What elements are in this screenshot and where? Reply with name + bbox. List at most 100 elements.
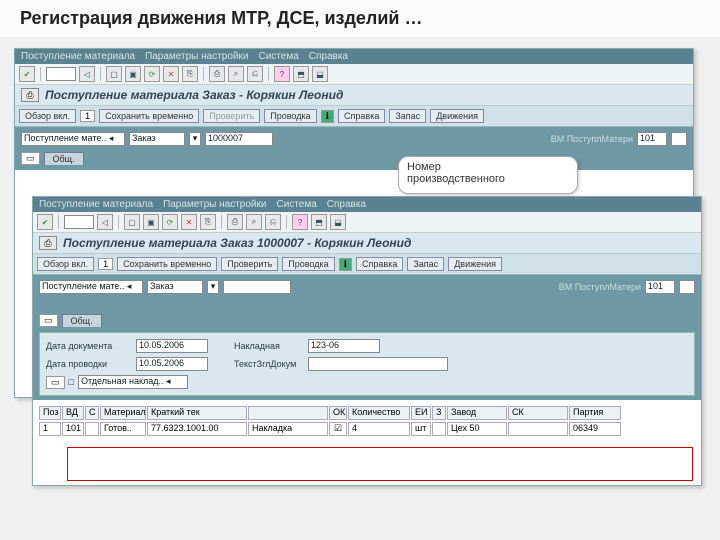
gm-extra[interactable]	[679, 280, 695, 294]
individual-slip-dd[interactable]: Отдельная наклад.. ◂	[78, 375, 188, 389]
app-icon[interactable]: ⎙	[39, 236, 57, 250]
tab-general[interactable]: Общ.	[44, 152, 84, 165]
obzor-button[interactable]: Обзор вкл.	[37, 257, 94, 271]
ok-icon[interactable]: ✔	[19, 66, 35, 82]
menubar: Поступление материала Параметры настройк…	[15, 49, 693, 64]
tb-icon[interactable]: ⎌	[265, 214, 281, 230]
tb-icon[interactable]: ▢	[124, 214, 140, 230]
menu-item[interactable]: Параметры настройки	[163, 199, 266, 210]
help-icon[interactable]: ?	[274, 66, 290, 82]
menu-item[interactable]: Поступление материала	[21, 51, 135, 62]
drop-icon[interactable]: ▾	[207, 280, 219, 294]
find-icon[interactable]: ⌕	[246, 214, 262, 230]
print-icon[interactable]: ⎙	[227, 214, 243, 230]
menu-item[interactable]: Справка	[327, 199, 366, 210]
posting-button[interactable]: Проводка	[264, 109, 316, 123]
blue-area: Поступление мате.. ◂ Заказ ▾ ВМ ПоступлМ…	[33, 275, 701, 400]
cell-material[interactable]: Готов..	[100, 422, 146, 436]
tab-general[interactable]: Общ.	[62, 314, 102, 327]
gm-value[interactable]: 101	[645, 280, 675, 294]
back-icon[interactable]: ◁	[97, 214, 113, 230]
one-chip[interactable]: 1	[80, 110, 95, 122]
collapse-icon[interactable]: ▭	[21, 152, 40, 165]
check-button[interactable]: Проверить	[203, 109, 260, 123]
posting-button[interactable]: Проводка	[282, 257, 334, 271]
menu-item[interactable]: Поступление материала	[39, 199, 153, 210]
page-title: Поступление материала Заказ 1000007 - Ко…	[63, 236, 411, 250]
help-icon[interactable]: ?	[292, 214, 308, 230]
movement-type-dd[interactable]: Поступление мате.. ◂	[21, 132, 125, 146]
cell-desc[interactable]: Накладка	[248, 422, 328, 436]
layout-icon[interactable]: ⬒	[293, 66, 309, 82]
gm-label: ВМ ПоступлМатери	[559, 282, 641, 292]
cell-sk[interactable]	[508, 422, 568, 436]
cmd-field[interactable]	[64, 215, 94, 229]
layout-icon[interactable]: ⬓	[330, 214, 346, 230]
order-number-field[interactable]	[223, 280, 291, 294]
highlight-box	[67, 447, 693, 481]
delivery-note-field[interactable]: 123-06	[308, 339, 380, 353]
layout-icon[interactable]: ⬓	[312, 66, 328, 82]
layout-icon[interactable]: ⬒	[311, 214, 327, 230]
cmd-field[interactable]	[46, 67, 76, 81]
tb-icon[interactable]: ⎘	[200, 214, 216, 230]
app-icon[interactable]: ⎙	[21, 88, 39, 102]
ok-icon[interactable]: ✔	[37, 214, 53, 230]
tb-icon[interactable]: ⎌	[247, 66, 263, 82]
drop-icon[interactable]: ▾	[189, 132, 201, 146]
stock-button[interactable]: Запас	[407, 257, 444, 271]
doc-date-field[interactable]: 10.05.2006	[136, 339, 208, 353]
back-icon[interactable]: ◁	[79, 66, 95, 82]
tb-icon[interactable]: ▣	[143, 214, 159, 230]
cell-vd[interactable]: 101	[62, 422, 84, 436]
print-icon[interactable]: ⎙	[209, 66, 225, 82]
menu-item[interactable]: Справка	[309, 51, 348, 62]
obzor-button[interactable]: Обзор вкл.	[19, 109, 76, 123]
info-icon[interactable]: ℹ	[339, 258, 352, 271]
help-button[interactable]: Справка	[356, 257, 403, 271]
menu-item[interactable]: Система	[276, 199, 316, 210]
gm-extra[interactable]	[671, 132, 687, 146]
cell-s	[85, 422, 99, 436]
collapse-icon[interactable]: ▭	[39, 314, 58, 327]
order-dd[interactable]: Заказ	[129, 132, 185, 146]
check-button[interactable]: Проверить	[221, 257, 278, 271]
gm-value[interactable]: 101	[637, 132, 667, 146]
table-row[interactable]: 1 101 Готов.. 77.6323.1001.00 Накладка ☑…	[33, 422, 701, 438]
one-chip[interactable]: 1	[98, 258, 113, 270]
menubar: Поступление материала Параметры настройк…	[33, 197, 701, 212]
order-dd[interactable]: Заказ	[147, 280, 203, 294]
movement-type-dd[interactable]: Поступление мате.. ◂	[39, 280, 143, 294]
cell-plant[interactable]: Цех 50	[447, 422, 507, 436]
tb-icon[interactable]: ⟳	[144, 66, 160, 82]
cell-qty[interactable]: 4	[348, 422, 410, 436]
collapse-icon[interactable]: ▭	[46, 376, 65, 389]
tb-icon[interactable]: ▢	[106, 66, 122, 82]
menu-item[interactable]: Параметры настройки	[145, 51, 248, 62]
cell-batch[interactable]: 06349	[569, 422, 621, 436]
cmdbar: Обзор вкл. 1 Сохранить временно Проверит…	[15, 106, 693, 127]
cancel-icon[interactable]: ✕	[163, 66, 179, 82]
tb-icon[interactable]: ⟳	[162, 214, 178, 230]
save-temp-button[interactable]: Сохранить временно	[99, 109, 199, 123]
movements-button[interactable]: Движения	[448, 257, 502, 271]
save-temp-button[interactable]: Сохранить временно	[117, 257, 217, 271]
movements-button[interactable]: Движения	[430, 109, 484, 123]
find-icon[interactable]: ⌕	[228, 66, 244, 82]
posting-date-field[interactable]: 10.05.2006	[136, 357, 208, 371]
col-plant: Завод	[447, 406, 507, 420]
cell-ok-checkbox[interactable]: ☑	[329, 422, 347, 436]
info-icon[interactable]: ℹ	[321, 110, 334, 123]
col-z: З	[432, 406, 446, 420]
header-text-field[interactable]	[308, 357, 448, 371]
cell-code[interactable]: 77.6323.1001.00	[147, 422, 247, 436]
cancel-icon[interactable]: ✕	[181, 214, 197, 230]
help-button[interactable]: Справка	[338, 109, 385, 123]
stock-button[interactable]: Запас	[389, 109, 426, 123]
cell-ei: шт	[411, 422, 431, 436]
checkbox-icon[interactable]: □	[69, 377, 74, 387]
order-number-field[interactable]: 1000007	[205, 132, 273, 146]
tb-icon[interactable]: ▣	[125, 66, 141, 82]
tb-icon[interactable]: ⎘	[182, 66, 198, 82]
menu-item[interactable]: Система	[258, 51, 298, 62]
